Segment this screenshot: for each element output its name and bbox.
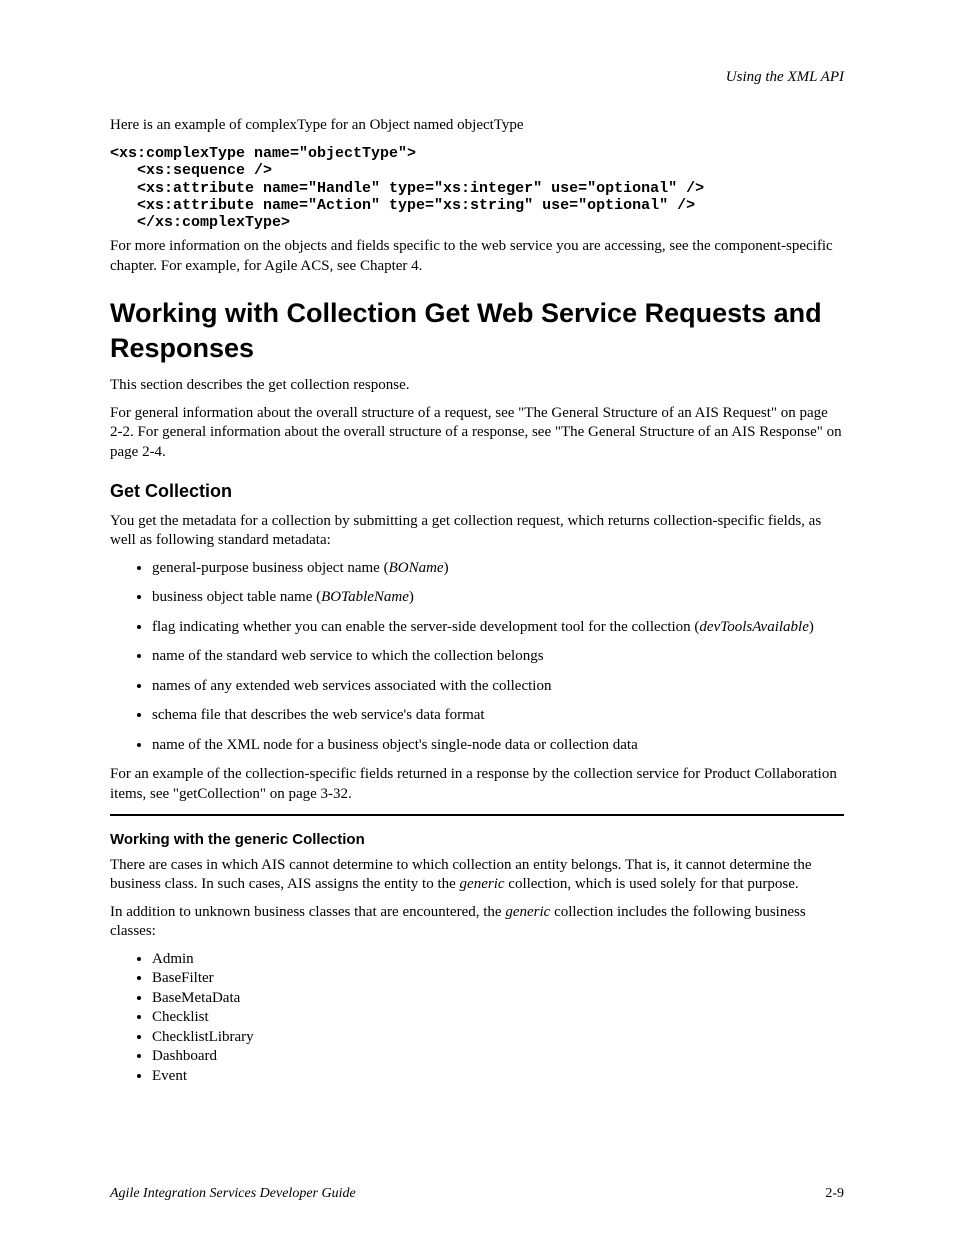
main-paragraph-2: For general information about the overal…: [110, 404, 844, 463]
list-item: general-purpose business object name (BO…: [152, 559, 844, 579]
main-paragraph-1: This section describes the get collectio…: [110, 376, 844, 396]
footer-left: Agile Integration Services Developer Gui…: [110, 1186, 356, 1201]
inline-code: generic: [505, 904, 550, 920]
list-item: schema file that describes the web servi…: [152, 706, 844, 726]
inline-code: devToolsAvailable: [699, 619, 808, 635]
list-item: Checklist: [152, 1008, 844, 1028]
inline-code: generic: [460, 876, 505, 892]
list-item: business object table name (BOTableName): [152, 588, 844, 608]
header-section-title: Using the XML API: [110, 68, 844, 88]
after-code-paragraph: For more information on the objects and …: [110, 237, 844, 276]
paragraph-text: In addition to unknown business classes …: [110, 904, 505, 920]
heading-main: Working with Collection Get Web Service …: [110, 296, 844, 366]
generic-paragraph-2: In addition to unknown business classes …: [110, 903, 844, 942]
heading-generic-collection: Working with the generic Collection: [110, 830, 844, 850]
list-text: ): [409, 589, 414, 605]
section-rule: [110, 814, 844, 816]
metadata-bullet-list: general-purpose business object name (BO…: [110, 559, 844, 756]
paragraph-text: collection, which is used solely for tha…: [505, 876, 799, 892]
list-item: BaseMetaData: [152, 989, 844, 1009]
list-item: flag indicating whether you can enable t…: [152, 618, 844, 638]
list-text: flag indicating whether you can enable t…: [152, 619, 699, 635]
footer-page-number: 2-9: [825, 1185, 844, 1203]
list-item: name of the standard web service to whic…: [152, 647, 844, 667]
list-text: general-purpose business object name (: [152, 560, 389, 576]
list-text: ): [809, 619, 814, 635]
list-item: ChecklistLibrary: [152, 1028, 844, 1048]
after-bullets-paragraph: For an example of the collection-specifi…: [110, 765, 844, 804]
inline-code: BOName: [389, 560, 444, 576]
list-item: names of any extended web services assoc…: [152, 677, 844, 697]
business-classes-list: Admin BaseFilter BaseMetaData Checklist …: [110, 950, 844, 1087]
get-collection-intro: You get the metadata for a collection by…: [110, 512, 844, 551]
code-block: <xs:complexType name="objectType"> <xs:s…: [110, 145, 844, 231]
inline-code: BOTableName: [321, 589, 409, 605]
generic-paragraph-1: There are cases in which AIS cannot dete…: [110, 856, 844, 895]
list-item: Admin: [152, 950, 844, 970]
page-footer: Agile Integration Services Developer Gui…: [110, 1185, 844, 1203]
heading-get-collection: Get Collection: [110, 480, 844, 503]
list-item: Event: [152, 1067, 844, 1087]
list-item: Dashboard: [152, 1047, 844, 1067]
list-text: business object table name (: [152, 589, 321, 605]
list-item: BaseFilter: [152, 969, 844, 989]
intro-paragraph: Here is an example of complexType for an…: [110, 116, 844, 136]
list-item: name of the XML node for a business obje…: [152, 736, 844, 756]
list-text: ): [444, 560, 449, 576]
